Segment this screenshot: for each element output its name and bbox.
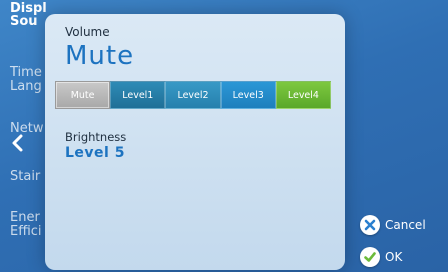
ok-button-label: OK: [385, 250, 403, 264]
volume-level-4[interactable]: Level4: [275, 81, 332, 109]
brightness-value: Level 5: [65, 145, 125, 161]
volume-level-3[interactable]: Level3: [220, 81, 276, 109]
cancel-button-label: Cancel: [385, 218, 426, 232]
cancel-button[interactable]: Cancel: [360, 214, 426, 236]
volume-label: Volume: [65, 25, 110, 39]
check-icon: [360, 247, 380, 267]
ok-button[interactable]: OK: [360, 246, 402, 268]
sidebar-item-stair[interactable]: Stair: [10, 170, 40, 184]
sidebar-item-sound[interactable]: Sou: [10, 15, 38, 29]
chevron-left-icon[interactable]: [8, 133, 28, 153]
sidebar-item-efficiency[interactable]: Effici: [10, 225, 42, 239]
volume-level-2[interactable]: Level2: [165, 81, 221, 109]
sidebar-item-time[interactable]: Time: [10, 66, 42, 80]
volume-level-mute[interactable]: Mute: [55, 81, 111, 109]
close-icon: [360, 215, 380, 235]
settings-popup: Volume Mute Mute Level1 Level2 Level3 Le…: [45, 14, 345, 270]
brightness-label: Brightness: [65, 130, 127, 144]
sidebar-item-energy[interactable]: Ener: [10, 211, 40, 225]
volume-level-1[interactable]: Level1: [110, 81, 166, 109]
volume-level-selector: Mute Level1 Level2 Level3 Level4: [55, 81, 332, 109]
volume-value: Mute: [65, 41, 135, 71]
sidebar-item-language[interactable]: Lang: [10, 80, 42, 94]
